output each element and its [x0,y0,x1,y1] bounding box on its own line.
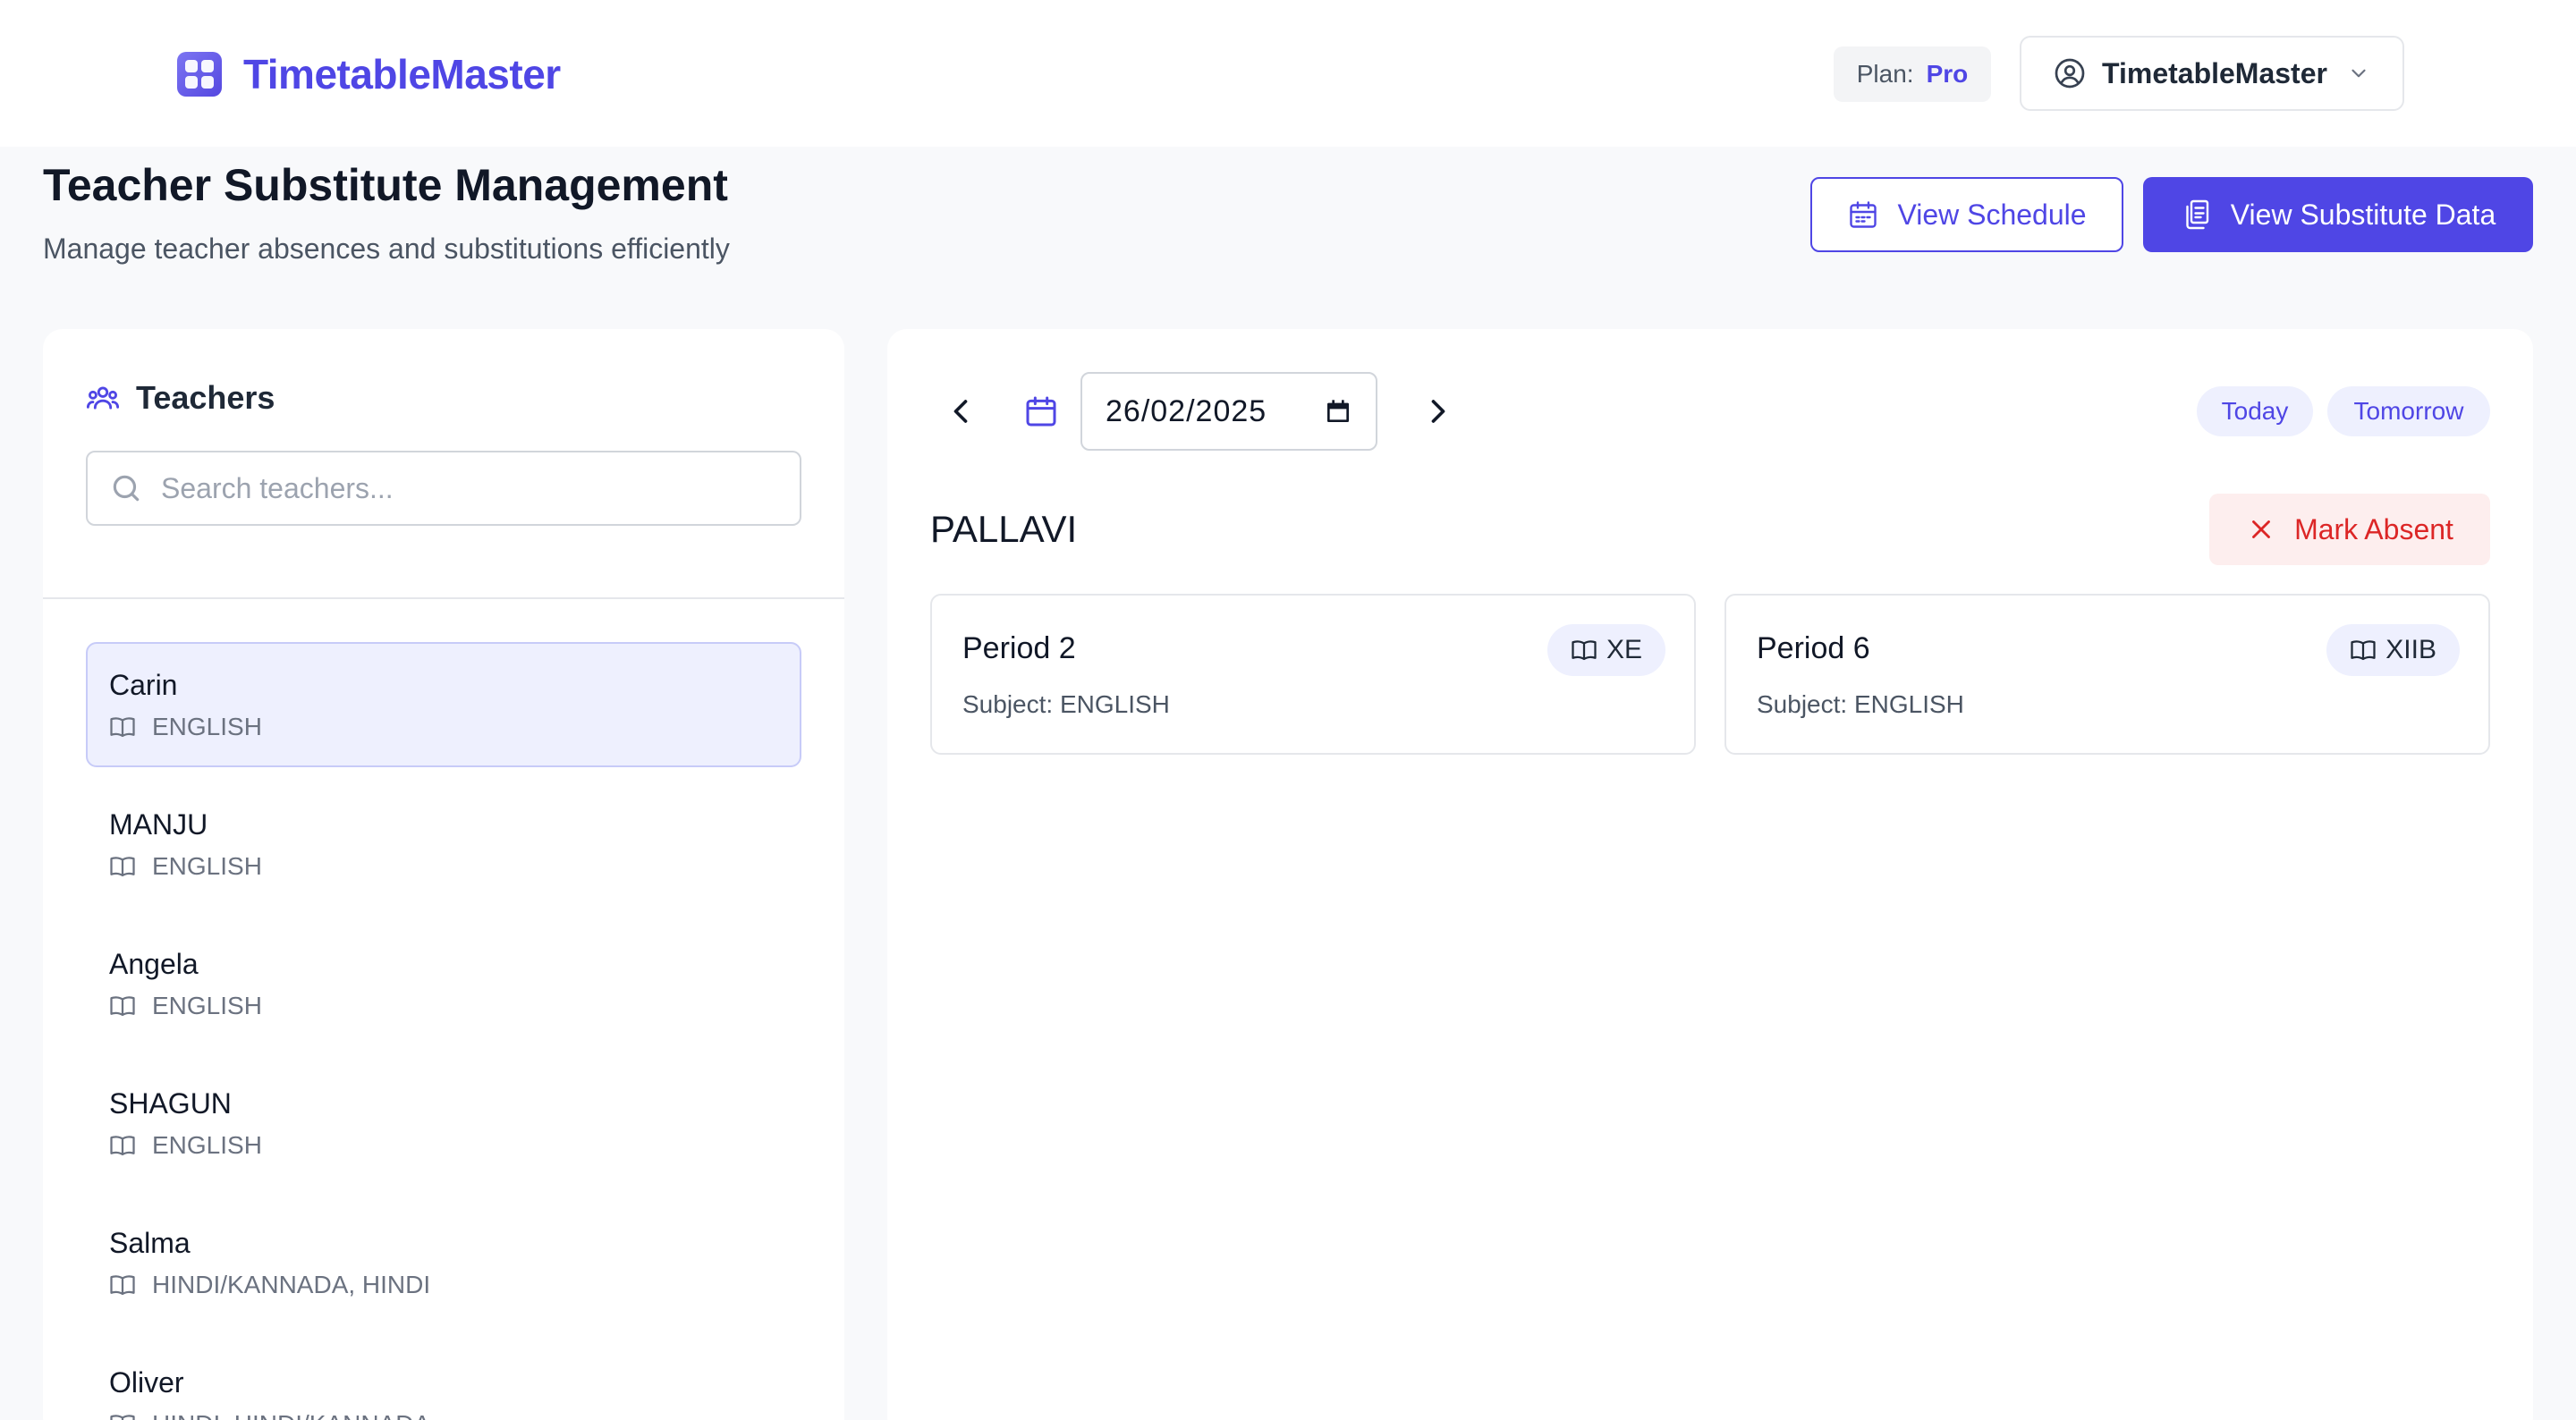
teacher-subject-label: ENGLISH [152,1131,262,1159]
teacher-subject: ENGLISH [109,852,778,881]
search-input[interactable] [161,471,769,505]
teacher-name: Salma [109,1227,191,1259]
teacher-name: Oliver [109,1366,184,1399]
clipboard-icon [2181,199,2213,231]
class-badge: XIIB [2326,624,2460,676]
subject-prefix: Subject: [962,690,1054,718]
user-menu-button[interactable]: TimetableMaster [2020,36,2404,111]
teacher-subject: ENGLISH [109,1131,778,1160]
class-name: XIIB [2385,635,2436,664]
teacher-list-item[interactable]: Oliver HINDI, HINDI/KANNADA [86,1340,801,1420]
previous-day-button[interactable] [941,392,980,431]
teacher-subject-label: ENGLISH [152,992,262,1019]
date-value: 26/02/2025 [1106,393,1267,428]
page-title: Teacher Substitute Management [43,160,728,210]
period-subject: Subject: ENGLISH [962,690,1170,719]
calendar-icon [1023,393,1059,429]
teacher-name: SHAGUN [109,1087,232,1120]
calendar-icon [1847,199,1879,231]
date-picker[interactable]: 26/02/2025 [1080,372,1377,451]
book-icon [109,1272,136,1298]
plan-badge: Plan: Pro [1834,46,1991,102]
user-menu-name: TimetableMaster [2102,56,2327,89]
teachers-panel: Teachers Carin ENGLISH MANJU ENGLISH Angela E… [43,329,844,1420]
subject-prefix: Subject: [1757,690,1848,718]
teacher-list: Carin ENGLISH MANJU ENGLISH Angela ENGLISH SHA… [86,642,801,1420]
user-circle-icon [2054,57,2086,89]
period-title: Period 2 [962,631,1076,665]
brand[interactable]: TimetableMaster [177,50,561,98]
book-icon [1571,637,1597,664]
view-substitute-label: View Substitute Data [2230,198,2496,231]
teachers-header: Teachers [86,379,275,417]
teacher-list-item[interactable]: Carin ENGLISH [86,642,801,767]
teachers-title: Teachers [136,379,275,416]
date-picker-calendar-icon[interactable] [1324,397,1352,426]
today-button[interactable]: Today [2197,386,2313,436]
class-name: XE [1606,635,1642,664]
book-icon [2350,637,2377,664]
teacher-search[interactable] [86,451,801,526]
period-card[interactable]: Period 6 XIIB Subject: ENGLISH [1724,594,2490,755]
teacher-name: Carin [109,669,178,701]
teacher-subject-label: ENGLISH [152,713,262,740]
page-subtitle: Manage teacher absences and substitution… [43,232,730,265]
period-card[interactable]: Period 2 XE Subject: ENGLISH [930,594,1696,755]
teacher-name: MANJU [109,808,208,841]
view-schedule-label: View Schedule [1897,198,2087,231]
users-icon [86,381,120,415]
teacher-list-item[interactable]: Salma HINDI/KANNADA, HINDI [86,1200,801,1325]
search-icon [109,471,143,505]
book-icon [109,1132,136,1159]
teacher-subject: ENGLISH [109,992,778,1020]
teacher-subject: HINDI/KANNADA, HINDI [109,1271,778,1299]
teacher-subject: HINDI, HINDI/KANNADA [109,1410,778,1420]
close-icon [2246,514,2276,545]
view-substitute-data-button[interactable]: View Substitute Data [2143,177,2533,252]
mark-absent-button[interactable]: Mark Absent [2209,494,2490,565]
plan-label: Plan: [1856,60,1914,88]
divider [43,597,844,599]
tomorrow-button[interactable]: Tomorrow [2327,386,2490,436]
period-title: Period 6 [1757,631,1870,665]
teacher-list-item[interactable]: MANJU ENGLISH [86,782,801,907]
teacher-name: Angela [109,948,199,980]
mark-absent-label: Mark Absent [2294,512,2453,545]
book-icon [109,993,136,1019]
subject-value: ENGLISH [1853,690,1964,718]
teacher-subject-label: ENGLISH [152,852,262,880]
teacher-subject-label: HINDI, HINDI/KANNADA [152,1410,430,1420]
schedule-panel: 26/02/2025 Today Tomorrow PALLAVI Mark A… [887,329,2533,1420]
next-day-button[interactable] [1419,392,1458,431]
chevron-down-icon [2347,62,2370,85]
teacher-subject: ENGLISH [109,713,778,741]
top-navbar: TimetableMaster Plan: Pro TimetableMaste… [0,0,2576,147]
subject-value: ENGLISH [1059,690,1170,718]
plan-value: Pro [1926,60,1969,88]
brand-name: TimetableMaster [243,51,561,97]
book-icon [109,853,136,880]
app-grid-icon [177,52,222,97]
view-schedule-button[interactable]: View Schedule [1810,177,2123,252]
teacher-list-item[interactable]: SHAGUN ENGLISH [86,1061,801,1186]
book-icon [109,714,136,740]
book-icon [109,1411,136,1420]
teacher-subject-label: HINDI/KANNADA, HINDI [152,1271,431,1298]
class-badge: XE [1546,624,1665,676]
teacher-list-item[interactable]: Angela ENGLISH [86,921,801,1046]
selected-teacher-name: PALLAVI [930,508,1078,550]
period-subject: Subject: ENGLISH [1757,690,1964,719]
